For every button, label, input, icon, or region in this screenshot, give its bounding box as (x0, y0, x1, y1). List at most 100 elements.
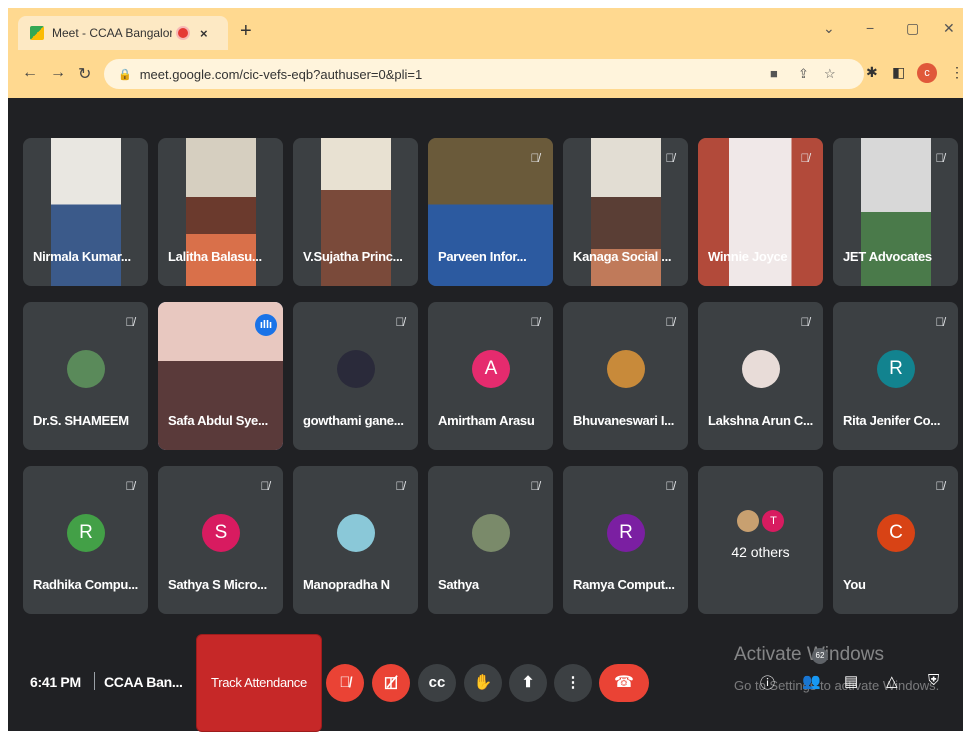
new-tab-button[interactable]: + (240, 20, 252, 43)
mic-off-icon: 🎙̸ (935, 315, 945, 329)
mic-off-icon: 🎙̸ (395, 479, 405, 493)
participant-tile[interactable]: Nirmala Kumar... (23, 138, 148, 286)
minimize-button[interactable]: − (866, 20, 874, 36)
back-button[interactable]: ← (22, 64, 38, 82)
participant-tile[interactable]: 🎙̸ JET Advocates (833, 138, 958, 286)
browser-tab[interactable]: Meet - CCAA Bangalore Chap × (18, 16, 228, 50)
participant-tile[interactable]: Lalitha Balasu... (158, 138, 283, 286)
participant-name: V.Sujatha Princ... (303, 249, 403, 264)
participant-tile[interactable]: 🎙̸ Dr.S. SHAMEEM (23, 302, 148, 450)
others-tile[interactable]: T 42 others (698, 466, 823, 614)
more-vert-icon: ⋮ (565, 674, 581, 691)
participant-avatar: R (877, 350, 915, 388)
participant-name: Sathya S Micro... (168, 577, 267, 592)
meeting-name: CCAA Ban... (104, 674, 183, 690)
participant-tile[interactable]: 🎙̸ R Radhika Compu... (23, 466, 148, 614)
bookmark-star-icon[interactable]: ☆ (824, 66, 836, 82)
raise-hand-button[interactable]: ✋ (464, 664, 502, 702)
participant-tile[interactable]: 🎙̸ R Ramya Comput... (563, 466, 688, 614)
mic-off-icon: 🎙̸ (530, 151, 540, 165)
participant-tile[interactable]: 🎙̸ gowthami gane... (293, 302, 418, 450)
participant-avatar-photo (337, 514, 375, 552)
share-icon[interactable]: ⇪ (798, 66, 809, 82)
address-bar[interactable]: 🔒 meet.google.com/cic-vefs-eqb?authuser=… (104, 59, 864, 89)
mic-off-icon: 🎙̸ (665, 315, 675, 329)
camera-toggle-button[interactable]: ◫̸ (372, 664, 410, 702)
self-tile[interactable]: 🎙̸ C You (833, 466, 958, 614)
tab-search-icon[interactable]: ⌄ (823, 20, 835, 37)
activities-icon[interactable]: △ (886, 672, 898, 690)
other-avatar: T (762, 510, 785, 532)
mic-off-icon: 🎙̸ (935, 151, 945, 165)
participant-name: Parveen Infor... (438, 249, 527, 264)
mic-off-icon: 🎙̸ (800, 315, 810, 329)
lock-icon: 🔒 (118, 68, 132, 81)
participant-name: gowthami gane... (303, 413, 404, 428)
meeting-time: 6:41 PM (30, 674, 81, 690)
participant-name: Nirmala Kumar... (33, 249, 131, 264)
participant-tile[interactable]: V.Sujatha Princ... (293, 138, 418, 286)
participant-name: Ramya Comput... (573, 577, 675, 592)
more-options-button[interactable]: ⋮ (554, 664, 592, 702)
participant-tile[interactable]: 🎙̸ A Amirtham Arasu (428, 302, 553, 450)
captions-icon: cc (428, 674, 446, 691)
tab-close-button[interactable]: × (200, 26, 208, 41)
participant-name: Manopradha N (303, 577, 390, 592)
participant-tile[interactable]: 🎙̸ Sathya (428, 466, 553, 614)
present-button[interactable]: ⬆ (509, 664, 547, 702)
participant-tile[interactable]: 🎙̸ Lakshna Arun C... (698, 302, 823, 450)
close-window-button[interactable]: ✕ (943, 20, 955, 37)
participant-avatar-photo (337, 350, 375, 388)
forward-button[interactable]: → (50, 64, 66, 82)
speaking-indicator-icon: ıllı (255, 314, 277, 336)
mic-off-icon: 🎙̸ (339, 674, 351, 691)
people-count-badge: 62 (812, 648, 828, 664)
profile-avatar[interactable]: c (917, 63, 937, 83)
participant-tile[interactable]: 🎙̸ Manopradha N (293, 466, 418, 614)
participant-tile-speaking[interactable]: ıllı Safa Abdul Sye... (158, 302, 283, 450)
camera-icon[interactable]: ■ (770, 66, 778, 81)
chat-icon[interactable]: ▤ (844, 672, 858, 690)
browser-menu-icon[interactable]: ⋮ (950, 64, 963, 81)
mic-off-icon: 🎙̸ (395, 315, 405, 329)
participant-tile[interactable]: 🎙̸ S Sathya S Micro... (158, 466, 283, 614)
participant-tile[interactable]: 🎙̸ Bhuvaneswari I... (563, 302, 688, 450)
participant-name: Rita Jenifer Co... (843, 413, 941, 428)
restore-button[interactable]: ▢ (906, 20, 919, 37)
mic-off-icon: 🎙̸ (800, 151, 810, 165)
mic-toggle-button[interactable]: 🎙̸ (326, 664, 364, 702)
participant-name: Bhuvaneswari I... (573, 413, 675, 428)
participant-tile[interactable]: 🎙̸ Parveen Infor... (428, 138, 553, 286)
leave-call-button[interactable]: ☎ (599, 664, 649, 702)
tab-title: Meet - CCAA Bangalore Chap (52, 26, 172, 40)
participant-avatar-photo (742, 350, 780, 388)
hand-icon: ✋ (473, 674, 493, 691)
track-attendance-button[interactable]: Track Attendance (196, 634, 322, 732)
people-icon[interactable]: 👥 (802, 672, 821, 690)
windows-watermark-title: Activate Windows (734, 644, 884, 665)
reload-button[interactable]: ↻ (78, 64, 91, 84)
participant-avatar: A (472, 350, 510, 388)
side-panel-icon[interactable]: ◧ (892, 64, 905, 81)
participant-avatar-photo (607, 350, 645, 388)
participant-avatar-photo (472, 514, 510, 552)
participant-tile[interactable]: 🎙̸ Kanaga Social ... (563, 138, 688, 286)
screen: Meet - CCAA Bangalore Chap × + ⌄ − ▢ ✕ ←… (0, 0, 963, 732)
browser-toolbar: ← → ↻ 🔒 meet.google.com/cic-vefs-eqb?aut… (8, 50, 963, 98)
participant-name: Lakshna Arun C... (708, 413, 813, 428)
host-controls-icon[interactable]: ⛨ (928, 672, 939, 689)
mic-off-icon: 🎙̸ (530, 479, 540, 493)
participant-tile[interactable]: 🎙̸ R Rita Jenifer Co... (833, 302, 958, 450)
url-text: meet.google.com/cic-vefs-eqb?authuser=0&… (139, 66, 423, 82)
others-group: T 42 others (698, 510, 823, 560)
meet-favicon-icon (30, 26, 44, 40)
participant-name: Kanaga Social ... (573, 249, 672, 264)
participant-name: You (843, 577, 866, 592)
captions-button[interactable]: cc (418, 664, 456, 702)
participant-avatar: R (607, 514, 645, 552)
divider (94, 672, 95, 690)
participant-tile[interactable]: 🎙̸ Winnie Joyce (698, 138, 823, 286)
meeting-details-icon[interactable]: ⓘ (760, 672, 775, 693)
camera-off-icon: ◫̸ (383, 674, 399, 691)
extensions-icon[interactable]: ✱ (866, 64, 878, 81)
